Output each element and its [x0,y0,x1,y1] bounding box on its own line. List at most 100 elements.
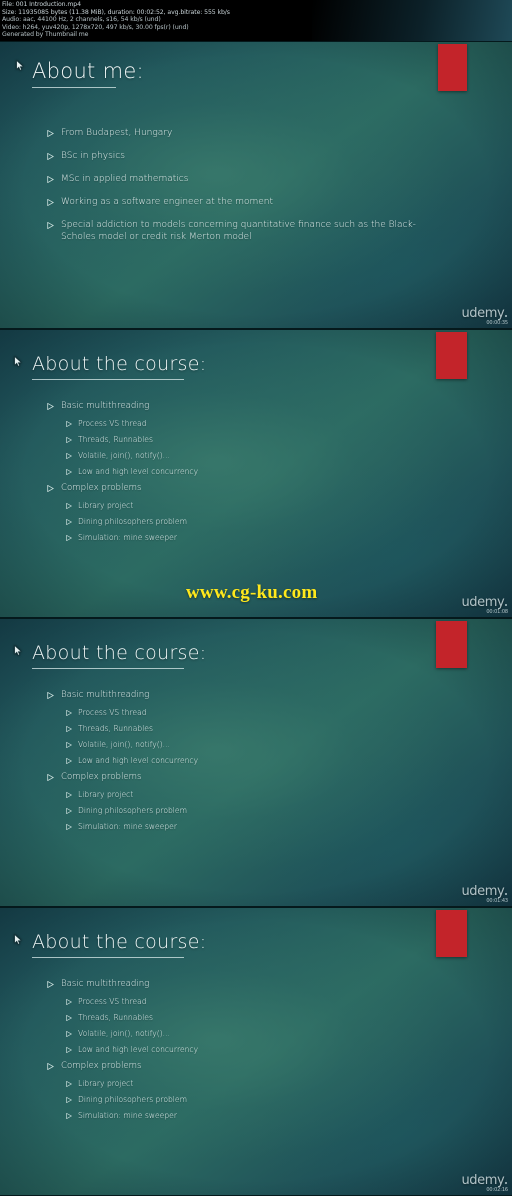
bullet-triangle-icon [47,1063,54,1070]
file-info-line-audio: Audio: aac, 44100 Hz, 2 channels, s16, 5… [2,16,161,24]
bullet-text: Threads, Runnables [78,1013,153,1022]
bullet-item: Volatile, join(), notify()... [66,1029,347,1039]
slide-thumbnail-2[interactable]: About the course: Basic multithreading Pro… [0,329,512,618]
frame-timestamp: 00:00:35 [486,320,508,326]
udemy-logo-dot [504,314,507,317]
bullet-item: Basic multithreading [47,401,347,412]
bullet-text: Process VS thread [78,708,147,717]
bullet-text: MSc in applied mathematics [61,174,189,184]
bullet-text: Library project [78,1079,134,1088]
bullet-text: Dining philosophers problem [78,1095,187,1104]
bullet-item: Library project [66,1079,347,1089]
bullet-triangle-icon [66,791,72,798]
udemy-logo-dot [504,603,507,606]
bullet-item: Process VS thread [66,419,347,429]
udemy-logo-dot [504,1181,507,1184]
bullet-triangle-icon [66,757,72,764]
bullet-triangle-icon [66,823,72,830]
bullet-triangle-icon [66,502,72,509]
slide-content: About the course: Basic multithreading Pro… [0,908,512,1195]
file-info-header: File: 001 Introduction.mp4 Size: 1193508… [0,0,512,41]
bullet-item: BSc in physics [47,151,427,163]
slide-title: About me: [32,59,144,83]
slide-title-underline [32,379,184,380]
bullet-text: Basic multithreading [61,401,150,411]
bullet-item: Complex problems [47,483,347,494]
bullet-text: BSc in physics [61,151,125,161]
slide-title-colon: : [199,642,207,664]
bullet-item: Threads, Runnables [66,1013,347,1023]
bullet-item: Basic multithreading [47,690,347,701]
bullet-triangle-icon [66,452,72,459]
bullet-triangle-icon [47,222,54,229]
slide-title-text: About me [32,59,137,83]
bullet-text: Low and high level concurrency [78,467,199,476]
bullet-triangle-icon [66,436,72,443]
udemy-watermark: udemy [461,885,507,898]
bullet-text: Process VS thread [78,419,147,428]
bullet-item: Simulation: mine sweeper [66,822,347,832]
bullet-text: Basic multithreading [61,979,150,989]
bullet-item: Threads, Runnables [66,435,347,445]
bullet-text: Simulation: mine sweeper [78,822,177,831]
bullet-text: Volatile, join(), notify()... [78,451,170,460]
bullet-triangle-icon [47,692,54,699]
bullet-list: From Budapest, Hungary BSc in physics MSc … [47,128,427,255]
bullet-item: Low and high level concurrency [66,756,347,766]
bullet-item: From Budapest, Hungary [47,128,427,140]
red-accent-block [436,910,467,957]
bullet-text: Library project [78,501,134,510]
bullet-text: Volatile, join(), notify()... [78,1029,170,1038]
slide-title-underline [32,87,116,88]
bullet-item: Low and high level concurrency [66,1045,347,1055]
file-info-line-size: Size: 11935085 bytes (11.38 MiB), durati… [2,8,230,16]
bullet-item: Complex problems [47,772,347,783]
bullet-text: Special addiction to models concerning q… [61,220,416,242]
bullet-item: Volatile, join(), notify()... [66,451,347,461]
bullet-triangle-icon [66,725,72,732]
file-info-line-filename: File: 001 Introduction.mp4 [2,1,81,8]
bullet-triangle-icon [66,534,72,541]
bullet-text: Threads, Runnables [78,724,153,733]
udemy-watermark: udemy [461,596,507,609]
udemy-watermark-text: udemy [461,595,505,610]
slide-thumbnail-4[interactable]: About the course: Basic multithreading Pro… [0,907,512,1196]
bullet-text: Working as a software engineer at the mo… [61,197,274,207]
bullet-item: Special addiction to models concerning q… [47,220,427,243]
bullet-text: Threads, Runnables [78,435,153,444]
bullet-list: Basic multithreading Process VS thread Thr… [47,979,347,1127]
udemy-logo-dot [504,892,507,895]
bullet-triangle-icon [66,1046,72,1053]
bullet-triangle-icon [66,420,72,427]
bullet-text: Process VS thread [78,997,147,1006]
udemy-watermark-text: udemy [461,1173,505,1188]
bullet-text: Simulation: mine sweeper [78,533,177,542]
slide-thumbnail-3[interactable]: About the course: Basic multithreading Pro… [0,618,512,907]
bullet-item: Dining philosophers problem [66,806,347,816]
site-watermark: www.cg-ku.com [186,582,318,603]
bullet-triangle-icon [66,1112,72,1119]
slide-thumbnail-1[interactable]: About me: From Budapest, Hungary BSc in ph… [0,41,512,329]
frame-timestamp: 00:01:43 [486,898,508,904]
bullet-text: Complex problems [61,483,142,493]
slide-title-text: About the course [32,642,200,664]
slide-title-text: About the course [32,353,200,375]
bullet-text: Simulation: mine sweeper [78,1111,177,1120]
bullet-item: Complex problems [47,1061,347,1072]
bullet-triangle-icon [66,741,72,748]
bullet-text: Basic multithreading [61,690,150,700]
udemy-watermark: udemy [461,1174,507,1187]
bullet-triangle-icon [66,518,72,525]
bullet-text: From Budapest, Hungary [61,128,173,138]
bullet-item: Library project [66,501,347,511]
bullet-item: Volatile, join(), notify()... [66,740,347,750]
file-info-line-generator: Generated by Thumbnail me [2,31,89,39]
bullet-triangle-icon [66,1096,72,1103]
slide-title-colon: : [199,931,207,953]
bullet-triangle-icon [66,1080,72,1087]
bullet-item: Threads, Runnables [66,724,347,734]
slide-title-colon: : [136,59,144,83]
bullet-list: Basic multithreading Process VS thread Thr… [47,690,347,838]
bullet-text: Library project [78,790,134,799]
frame-timestamp: 00:02:16 [486,1187,508,1193]
